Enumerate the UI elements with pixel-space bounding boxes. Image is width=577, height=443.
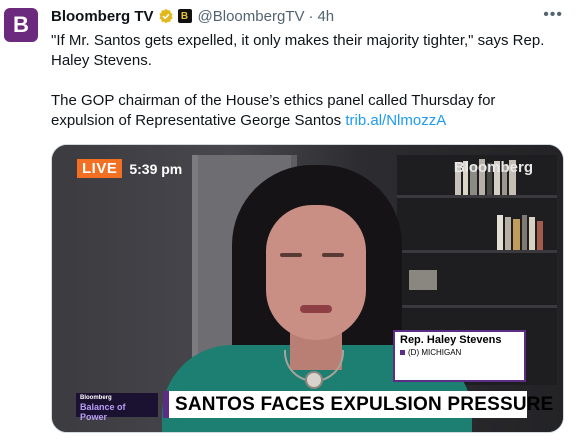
avatar[interactable]: B (4, 8, 38, 42)
headline-text: SANTOS FACES EXPULSION PRESSURE (175, 393, 554, 415)
tweet-header: Bloomberg TV B @BloombergTV · 4h (51, 6, 557, 26)
broadcast-clock: 5:39 pm (129, 160, 183, 177)
live-badge: LIVE (77, 159, 123, 178)
more-icon[interactable]: ••• (543, 6, 563, 24)
show-logo-brand: Bloomberg (80, 395, 112, 401)
video-frame (52, 145, 563, 432)
tweet-timestamp[interactable]: 4h (317, 8, 334, 25)
show-logo-title: Balance of Power (80, 402, 126, 422)
author-name[interactable]: Bloomberg TV (51, 8, 154, 25)
tweet-text-line1: "If Mr. Santos gets expelled, it only ma… (51, 32, 545, 69)
separator-dot: · (308, 7, 314, 25)
headline-banner: SANTOS FACES EXPULSION PRESSURE (163, 391, 553, 418)
pendant (305, 371, 323, 389)
verified-badge-icon[interactable] (158, 8, 174, 24)
tweet-link[interactable]: trib.al/NlmozzA (345, 112, 446, 129)
party-marker-icon (400, 350, 405, 355)
speaker-party: (D) MICHIGAN (408, 348, 462, 357)
show-logo: Bloomberg Balance of Power (76, 393, 158, 422)
speaker-party-row: (D) MICHIGAN (400, 348, 519, 357)
person-face (266, 205, 366, 340)
tweet-text: "If Mr. Santos gets expelled, it only ma… (51, 31, 556, 131)
speaker-name: Rep. Haley Stevens (400, 334, 502, 346)
avatar-letter: B (13, 12, 29, 37)
affiliate-badge-icon[interactable]: B (177, 9, 192, 23)
speaker-namecard: Rep. Haley Stevens (D) MICHIGAN (393, 330, 526, 382)
tweet[interactable]: B Bloomberg TV B @BloombergTV · 4h ••• "… (0, 0, 577, 443)
tweet-text-line2: The GOP chairman of the House’s ethics p… (51, 91, 556, 131)
live-indicator: LIVE 5:39 pm (77, 159, 182, 178)
bloomberg-watermark: Bloomberg (453, 159, 533, 176)
person-mouth (300, 305, 332, 313)
video-player[interactable]: LIVE 5:39 pm Bloomberg Rep. Haley Steven… (51, 144, 564, 433)
author-handle[interactable]: @BloombergTV (198, 8, 305, 25)
